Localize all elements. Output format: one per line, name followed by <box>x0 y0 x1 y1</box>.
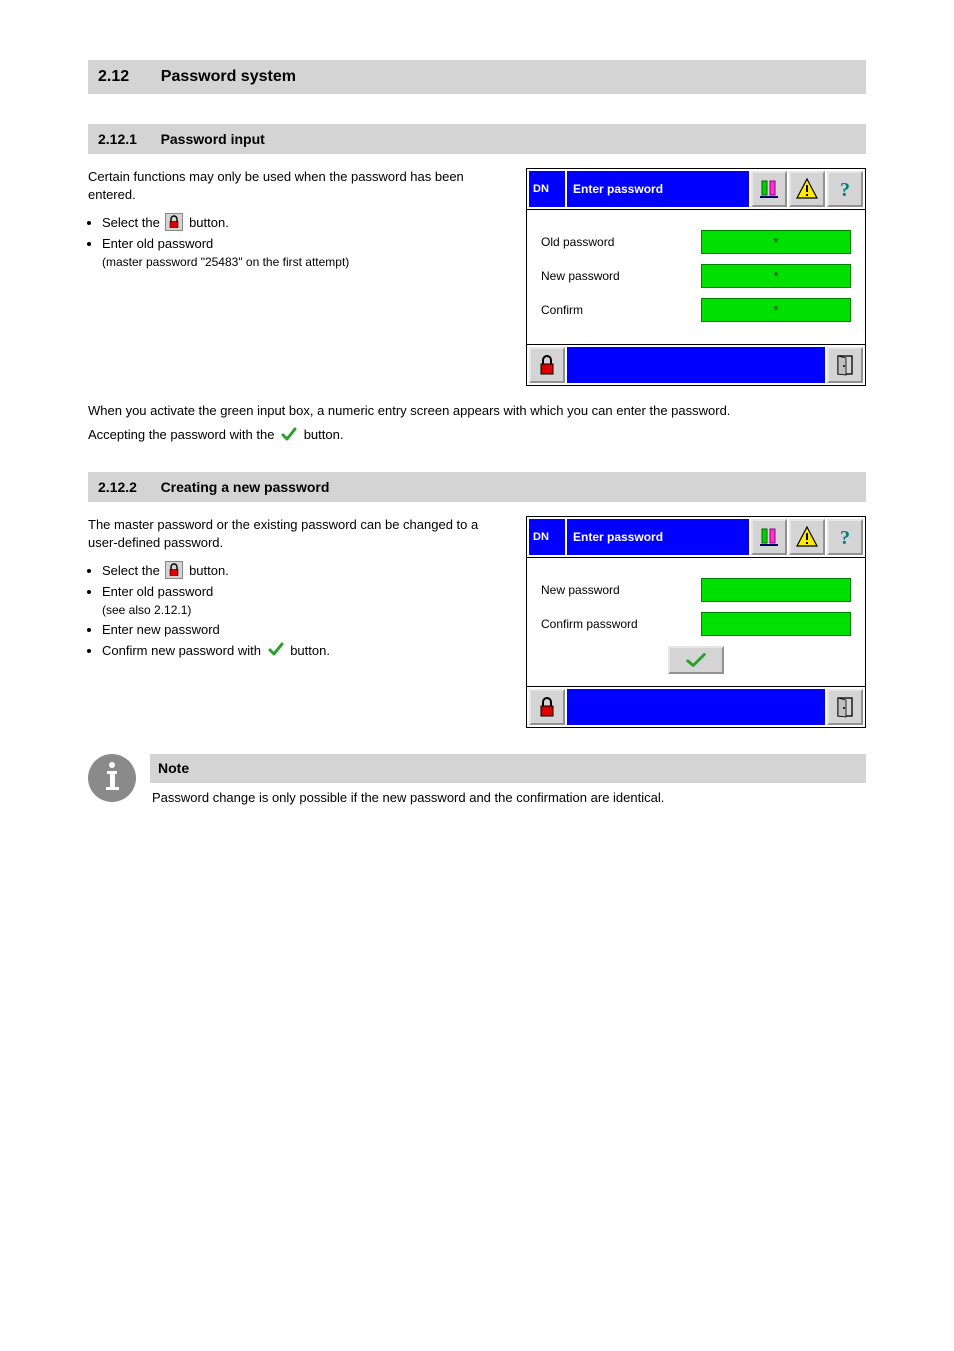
sub1-text: Certain functions may only be used when … <box>88 168 508 273</box>
sub2-intro: The master password or the existing pass… <box>88 516 508 551</box>
check-icon <box>267 641 285 659</box>
status-bar <box>567 347 825 383</box>
subsection-heading-2: 2.12.2 Creating a new password <box>88 472 866 503</box>
bars-icon[interactable] <box>751 171 787 207</box>
label-confirm: Confirm <box>541 302 693 318</box>
sub2-bullet-new: Enter new password <box>102 621 508 639</box>
window-code: DN <box>529 519 565 555</box>
sub1-instr-a: When you activate the green input box, a… <box>88 402 866 420</box>
label-old-password: Old password <box>541 234 693 250</box>
door-icon[interactable] <box>827 689 863 725</box>
label-confirm-password-2: Confirm password <box>541 616 693 632</box>
note-head: Note <box>150 754 866 783</box>
sub2-bullet-select: Select the button. <box>102 562 508 581</box>
lock-button[interactable] <box>529 347 565 383</box>
sub1-bullet-select: Select the button. <box>102 214 508 233</box>
warning-icon[interactable] <box>789 171 825 207</box>
password-entry-window-2: DN Enter password ? New password <box>526 516 866 728</box>
note-block: Note Password change is only possible if… <box>88 754 866 812</box>
sub1-bullet-old: Enter old password (master password "254… <box>102 235 508 270</box>
sub2-text: The master password or the existing pass… <box>88 516 508 663</box>
lock-icon <box>165 561 183 579</box>
help-icon[interactable]: ? <box>827 171 863 207</box>
field-confirm[interactable]: * <box>701 298 851 322</box>
lock-button[interactable] <box>529 689 565 725</box>
lock-icon <box>165 213 183 231</box>
subsection-number: 2.12.1 <box>98 131 137 147</box>
warning-icon[interactable] <box>789 519 825 555</box>
password-entry-window-1: DN Enter password ? Old password <box>526 168 866 386</box>
check-icon <box>280 426 298 444</box>
sub1-intro: Certain functions may only be used when … <box>88 168 508 203</box>
svg-text:?: ? <box>840 527 850 549</box>
field-confirm-password-2[interactable] <box>701 612 851 636</box>
section-heading: 2.12 Password system <box>88 60 866 94</box>
confirm-button[interactable] <box>668 646 724 674</box>
window-code: DN <box>529 171 565 207</box>
window-title: Enter password <box>567 519 749 555</box>
subsection2-title: Creating a new password <box>161 479 330 495</box>
label-new-password-2: New password <box>541 582 693 598</box>
sub1-instr-b: Accepting the password with the button. <box>88 426 866 445</box>
window-title: Enter password <box>567 171 749 207</box>
section-number: 2.12 <box>98 68 129 85</box>
label-new-password: New password <box>541 268 693 284</box>
svg-text:?: ? <box>840 179 850 201</box>
field-new-password-2[interactable] <box>701 578 851 602</box>
section-title: Password system <box>161 68 296 85</box>
subsection-heading-1: 2.12.1 Password input <box>88 124 866 155</box>
door-icon[interactable] <box>827 347 863 383</box>
note-body: Password change is only possible if the … <box>150 783 866 813</box>
sub2-bullet-old: Enter old password (see also 2.12.1) <box>102 583 508 618</box>
bars-icon[interactable] <box>751 519 787 555</box>
page: 2.12 Password system 2.12.1 Password inp… <box>0 0 954 873</box>
subsection-title: Password input <box>161 131 265 147</box>
subsection2-number: 2.12.2 <box>98 479 137 495</box>
field-old-password[interactable]: * <box>701 230 851 254</box>
sub2-bullet-confirm: Confirm new password with button. <box>102 642 508 661</box>
status-bar <box>567 689 825 725</box>
field-new-password[interactable]: * <box>701 264 851 288</box>
info-icon <box>88 754 136 802</box>
help-icon[interactable]: ? <box>827 519 863 555</box>
